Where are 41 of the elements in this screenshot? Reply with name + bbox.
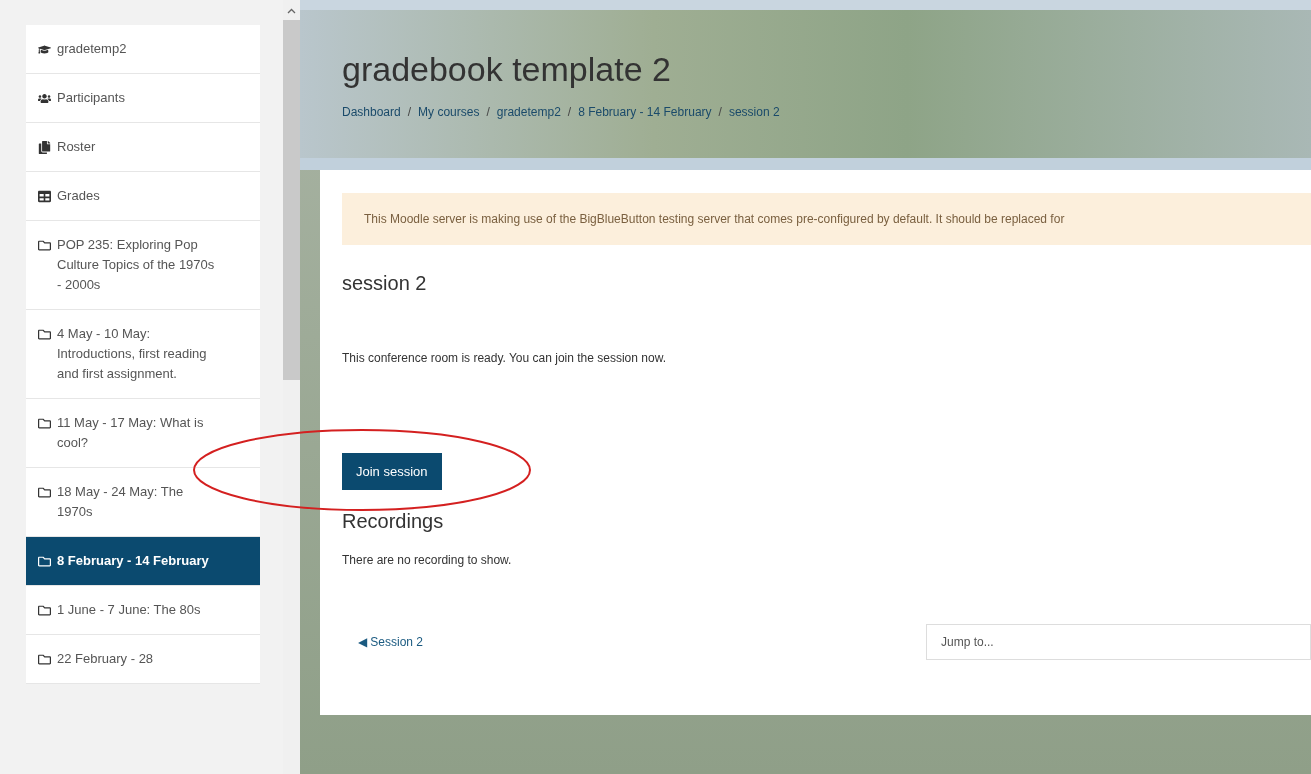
breadcrumb-separator: / xyxy=(486,105,490,119)
sidebar-item[interactable]: Roster xyxy=(26,123,260,172)
empty-recordings-text: There are no recording to show. xyxy=(342,553,513,567)
sidebar-item[interactable]: 1 June - 7 June: The 80s xyxy=(26,586,260,635)
session-title: session 2 xyxy=(342,272,428,295)
sidebar-item[interactable]: 18 May - 24 May: The 1970s xyxy=(26,468,260,537)
breadcrumb-link[interactable]: session 2 xyxy=(728,105,780,119)
recordings-title: Recordings xyxy=(342,510,445,533)
folder-icon xyxy=(38,603,51,617)
sidebar-item[interactable]: Grades xyxy=(26,172,260,221)
folder-icon xyxy=(38,416,51,430)
folder-icon xyxy=(38,485,51,499)
documents-icon xyxy=(38,140,51,154)
sidebar-item[interactable]: POP 235: Exploring Pop Culture Topics of the 1970s - 2000s xyxy=(26,221,260,310)
folder-icon xyxy=(38,238,51,252)
users-icon xyxy=(38,91,51,105)
breadcrumb-link[interactable]: gradetemp2 xyxy=(496,105,561,119)
sidebar-item[interactable]: gradetemp2 xyxy=(26,25,260,74)
folder-icon xyxy=(38,327,51,341)
folder-icon xyxy=(38,652,51,666)
breadcrumb-separator: / xyxy=(718,105,722,119)
warning-alert: This Moodle server is making use of the BigBlueButton testing server that comes pre-configured by default. It should be replaced for xyxy=(342,193,1311,245)
sidebar-item[interactable]: Participants xyxy=(26,74,260,123)
scroll-up-icon[interactable] xyxy=(287,8,296,14)
sidebar-item[interactable]: 11 May - 17 May: What is cool? xyxy=(26,399,260,468)
jump-to-field[interactable]: Jump to... xyxy=(926,624,1311,660)
breadcrumb-link[interactable]: My courses xyxy=(418,105,480,119)
folder-icon xyxy=(38,554,51,568)
scrollbar-thumb[interactable] xyxy=(283,20,300,380)
table-icon xyxy=(38,189,51,203)
sidebar-item[interactable]: 8 February - 14 February xyxy=(26,537,260,586)
status-text: This conference room is ready. You can join the session now. xyxy=(342,351,667,365)
previous-link[interactable]: ◀ Session 2 xyxy=(358,635,424,649)
breadcrumb-link[interactable]: 8 February - 14 February xyxy=(578,105,712,119)
sidebar-item[interactable]: 22 February - 28 xyxy=(26,635,260,684)
breadcrumb-link[interactable]: Dashboard xyxy=(342,105,401,119)
course-title: gradebook template 2 xyxy=(342,50,672,89)
breadcrumb-separator: / xyxy=(407,105,412,119)
sidebar-item[interactable]: 4 May - 10 May: Introductions, first reading and first assignment. xyxy=(26,310,260,399)
join-session-button[interactable]: Join session xyxy=(342,453,442,490)
breadcrumb-separator: / xyxy=(567,105,572,119)
